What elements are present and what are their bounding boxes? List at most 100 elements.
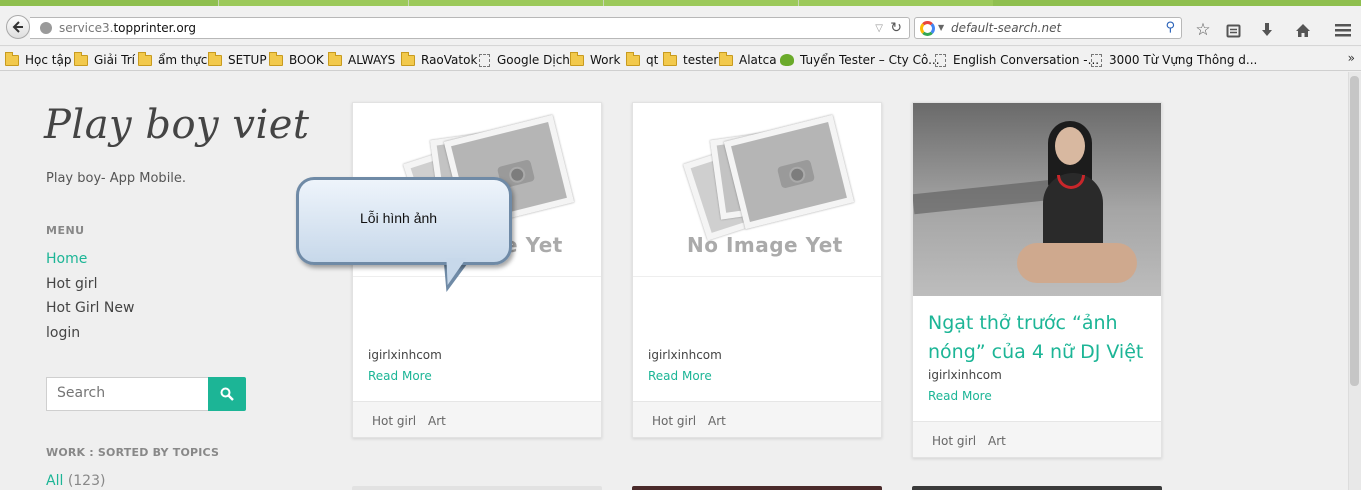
folder-icon — [663, 51, 677, 66]
post-card[interactable]: No Image Yet igirlxinhcom Read More Hot … — [352, 102, 602, 438]
bookmark-folder[interactable]: Alatca — [719, 51, 777, 68]
bookmark-label: Work — [590, 53, 621, 67]
folder-icon — [719, 51, 733, 66]
card-peek — [632, 486, 882, 490]
read-more-link[interactable]: Read More — [928, 389, 992, 403]
bookmark-label: tester — [683, 53, 719, 67]
bookmark-label: English Conversation -... — [953, 53, 1100, 67]
bookmark-site[interactable]: Tuyển Tester – Cty Cô... — [780, 52, 940, 68]
card-footer: Hot girl Art — [353, 401, 601, 437]
folder-icon — [328, 51, 342, 66]
blank-page-icon — [935, 53, 946, 67]
tag-link[interactable]: Art — [428, 414, 446, 428]
dropdown-triangle-icon[interactable]: ▽ — [875, 23, 883, 34]
bookmark-label: 3000 Từ Vựng Thông d... — [1109, 53, 1258, 67]
folder-icon — [570, 51, 584, 66]
card-author: igirlxinhcom — [648, 348, 722, 362]
bookmark-folder[interactable]: Work — [570, 51, 621, 68]
tooltip-text: Lỗi hình ảnh — [360, 210, 438, 226]
model-head — [1055, 127, 1085, 165]
card-title-link[interactable]: Ngạt thở trước “ảnh nóng” của 4 nữ DJ Vi… — [928, 309, 1148, 367]
search-field[interactable] — [46, 377, 209, 411]
url-domain: topprinter.org — [113, 21, 197, 35]
model-legs — [1017, 243, 1137, 283]
url-text: service3.topprinter.org — [59, 21, 196, 35]
folder-icon — [401, 51, 415, 66]
search-engine-icon[interactable] — [920, 21, 935, 36]
tag-link[interactable]: Art — [988, 434, 1006, 448]
search-button[interactable] — [208, 377, 246, 411]
post-thumbnail[interactable] — [913, 103, 1161, 296]
bookmark-folder[interactable]: qt — [626, 51, 658, 68]
reading-list-icon[interactable] — [1223, 20, 1243, 40]
card-author: igirlxinhcom — [928, 368, 1002, 382]
download-icon[interactable] — [1257, 20, 1277, 40]
tag-link[interactable]: Art — [708, 414, 726, 428]
bookmark-page[interactable]: Google Dịch — [479, 52, 570, 68]
menu-item-hot-girl-new[interactable]: Hot Girl New — [46, 300, 134, 316]
topic-all-label: All — [46, 473, 64, 489]
bookmark-folder[interactable]: BOOK — [269, 51, 324, 68]
bookmarks-overflow-icon[interactable]: » — [1348, 51, 1355, 65]
folder-icon — [626, 51, 640, 66]
search-bar-placeholder: default-search.net — [951, 21, 1062, 35]
bookmark-page[interactable]: 3000 Từ Vựng Thông d... — [1091, 52, 1257, 68]
post-card[interactable]: No Image Yet igirlxinhcom Read More Hot … — [632, 102, 882, 438]
magnifier-icon[interactable]: ⚲ — [1165, 20, 1175, 35]
bookmark-label: Alatca — [739, 53, 777, 67]
blank-page-icon — [1091, 53, 1102, 67]
bookmark-folder[interactable]: SETUP — [208, 51, 267, 68]
tag-link[interactable]: Hot girl — [932, 434, 976, 448]
topics-heading: WORK : SORTED BY TOPICS — [46, 446, 220, 459]
bookmark-label: ẩm thực — [158, 53, 208, 67]
post-card[interactable]: Ngạt thở trước “ảnh nóng” của 4 nữ DJ Vi… — [912, 102, 1162, 458]
tag-link[interactable]: Hot girl — [372, 414, 416, 428]
card-footer: Hot girl Art — [913, 421, 1161, 457]
search-input[interactable] — [57, 385, 202, 401]
bookmark-folder[interactable]: tester — [663, 51, 719, 68]
url-subdomain: service3. — [59, 21, 114, 35]
url-bar[interactable]: service3.topprinter.org ▽ ↻ — [30, 17, 910, 39]
no-image-label: No Image Yet — [687, 233, 843, 257]
no-image-placeholder: No Image Yet — [633, 103, 881, 277]
bookmark-label: Giải Trí — [94, 53, 135, 67]
blank-page-icon — [479, 53, 490, 67]
search-icon — [220, 387, 234, 401]
bookmarks-toolbar: Học tập Giải Trí ẩm thực SETUP BOOK ALWA… — [0, 47, 1361, 71]
bookmark-star-icon[interactable]: ☆ — [1193, 20, 1213, 40]
back-button[interactable] — [6, 15, 30, 39]
folder-icon — [269, 51, 283, 66]
bookmark-folder[interactable]: ALWAYS — [328, 51, 395, 68]
search-bar[interactable]: ▼ default-search.net ⚲ — [914, 17, 1182, 39]
bookmark-label: RaoVatok — [421, 53, 478, 67]
scrollbar-thumb[interactable] — [1350, 76, 1359, 386]
card-author: igirlxinhcom — [368, 348, 442, 362]
bookmark-page[interactable]: English Conversation -... — [935, 52, 1099, 68]
bookmark-folder[interactable]: Học tập — [5, 51, 72, 68]
read-more-link[interactable]: Read More — [648, 369, 712, 383]
bookmark-label: SETUP — [228, 53, 267, 67]
engine-dropdown-icon[interactable]: ▼ — [938, 23, 944, 32]
folder-icon — [74, 51, 88, 66]
home-icon[interactable] — [1293, 20, 1313, 40]
reload-icon[interactable]: ↻ — [890, 20, 902, 36]
menu-icon[interactable] — [1333, 20, 1353, 40]
card-footer: Hot girl Art — [633, 401, 881, 437]
bookmark-folder[interactable]: Giải Trí — [74, 51, 135, 68]
bookmark-label: Google Dịch — [497, 53, 570, 67]
bookmark-label: Tuyển Tester – Cty Cô... — [800, 53, 940, 67]
topic-all-link[interactable]: All (123) — [46, 473, 105, 489]
menu-item-login[interactable]: login — [46, 325, 80, 341]
menu-item-hot-girl[interactable]: Hot girl — [46, 276, 97, 292]
bookmark-folder[interactable]: ẩm thực — [138, 51, 208, 68]
site-title[interactable]: Play boy viet — [44, 102, 310, 148]
frog-favicon-icon — [780, 54, 794, 66]
background-bridge — [913, 179, 1054, 215]
read-more-link[interactable]: Read More — [368, 369, 432, 383]
globe-icon — [40, 22, 52, 34]
tag-link[interactable]: Hot girl — [652, 414, 696, 428]
bookmark-label: Học tập — [25, 53, 72, 67]
folder-icon — [5, 51, 19, 66]
menu-item-home[interactable]: Home — [46, 251, 87, 267]
bookmark-folder[interactable]: RaoVatok — [401, 51, 478, 68]
